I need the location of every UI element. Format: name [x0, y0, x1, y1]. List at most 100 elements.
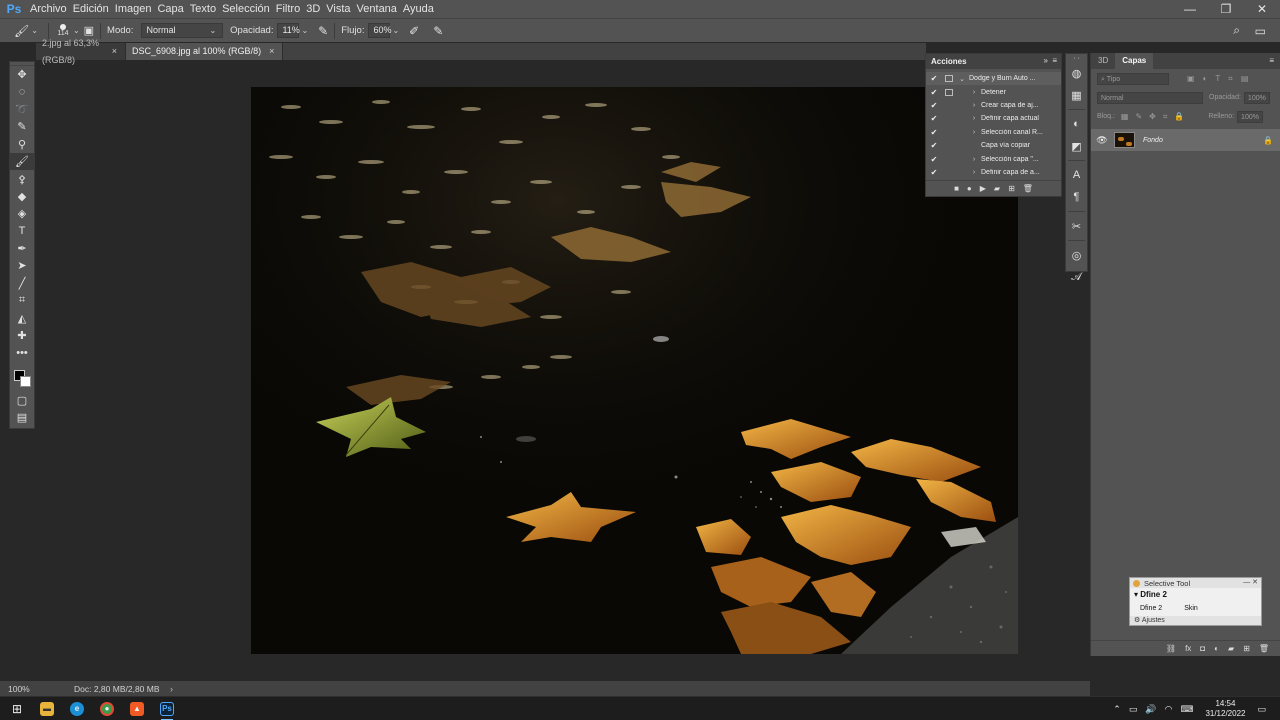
opacity-input[interactable]: 11%	[277, 23, 300, 38]
chevron-down-icon[interactable]: ⌄	[957, 75, 967, 83]
lock-artboard-icon[interactable]: ⌗	[1163, 112, 1168, 122]
network-icon[interactable]: ▭	[1129, 704, 1138, 715]
styles-panel-icon[interactable]: ◩	[1066, 135, 1087, 157]
status-menu-arrow-icon[interactable]: ›	[170, 684, 173, 694]
crop-tool-icon[interactable]: ⌗	[10, 292, 34, 309]
eyedropper-tool-icon[interactable]: ⚲	[10, 136, 34, 153]
plugin-header[interactable]: ▾ Dfine 2	[1130, 590, 1261, 599]
filter-smart-icon[interactable]: ▤	[1241, 74, 1249, 84]
new-layer-icon[interactable]: ⊞	[1243, 644, 1250, 653]
link-layers-icon[interactable]: ⛓	[1166, 644, 1176, 653]
check-icon[interactable]: ✔	[929, 128, 939, 137]
brush-tool-icon[interactable]: 🖌	[14, 24, 29, 38]
lasso-tool-icon[interactable]: ➰	[10, 101, 34, 118]
grid-panel-icon[interactable]: ▦	[1066, 84, 1087, 106]
layer-name[interactable]: Fondo	[1143, 137, 1163, 144]
zoom-level[interactable]: 100%	[0, 684, 52, 694]
dialog-toggle-icon[interactable]	[945, 75, 953, 83]
panel-grip[interactable]: · ·	[1066, 54, 1087, 62]
chevron-right-icon[interactable]: ›	[969, 89, 979, 96]
brave-browser-icon[interactable]: ▲	[122, 697, 152, 720]
mode-caret-icon[interactable]: ⌄	[209, 26, 216, 35]
chevron-right-icon[interactable]: ›	[969, 115, 979, 122]
healing-brush-tool-icon[interactable]: ✚	[10, 327, 34, 344]
action-step-row[interactable]: ✔ › Crear capa de aj...	[926, 99, 1061, 112]
edge-browser-icon[interactable]: e	[62, 697, 92, 720]
pen-tool-icon[interactable]: ✒	[10, 240, 34, 257]
check-icon[interactable]: ✔	[929, 88, 939, 97]
dialog-toggle-icon[interactable]	[945, 142, 953, 149]
tab-document-2[interactable]: DSC_6908.jpg al 100% (RGB/8) ×	[126, 43, 284, 60]
screen-mode-icon[interactable]: ▤	[10, 409, 34, 426]
flow-caret-icon[interactable]: ⌄	[392, 26, 399, 35]
line-tool-icon[interactable]: ╱	[10, 275, 34, 292]
layer-fill-input[interactable]: 100%	[1237, 110, 1263, 123]
stop-icon[interactable]: ■	[954, 184, 959, 193]
action-step-row[interactable]: ✔ Capa vía copiar	[926, 139, 1061, 152]
add-mask-icon[interactable]: ◘	[1200, 644, 1205, 653]
glyphs-panel-icon[interactable]: 𝒜	[1066, 266, 1087, 288]
selective-tool-titlebar[interactable]: Selective Tool — ✕	[1130, 578, 1261, 588]
actions-panel-icon[interactable]: ◍	[1066, 62, 1087, 84]
eraser-tool-icon[interactable]: ◆	[10, 188, 34, 205]
menu-vista[interactable]: Vista	[326, 0, 356, 18]
check-icon[interactable]: ✔	[929, 114, 939, 123]
check-icon[interactable]: ✔	[929, 74, 939, 83]
close-icon[interactable]: ✕	[1244, 0, 1280, 18]
tool-preset-caret-icon[interactable]: ⌄	[31, 26, 38, 35]
action-step-row[interactable]: ✔ › Selección canal R...	[926, 126, 1061, 139]
dfine-button[interactable]: Dfine 2	[1140, 605, 1162, 612]
search-icon[interactable]: ⌕	[1233, 23, 1240, 38]
quick-mask-icon[interactable]: ▢	[10, 392, 34, 409]
trash-icon[interactable]: 🗑	[1259, 644, 1269, 653]
airbrush-icon[interactable]: ✐	[409, 24, 419, 38]
tab-3d[interactable]: 3D	[1091, 53, 1115, 69]
dialog-toggle-icon[interactable]	[945, 169, 953, 176]
dialog-toggle-icon[interactable]	[945, 88, 953, 96]
action-step-row[interactable]: ✔ › Definir capa de a...	[926, 166, 1061, 179]
panel-menu-icon[interactable]: » ≡	[1043, 56, 1057, 65]
visibility-eye-icon[interactable]: 👁	[1091, 135, 1113, 146]
menu-ayuda[interactable]: Ayuda	[403, 0, 440, 18]
layer-search-input[interactable]: ⌕ Tipo	[1097, 72, 1169, 85]
path-selection-tool-icon[interactable]: ➤	[10, 257, 34, 274]
settings-label[interactable]: Ajustes	[1142, 617, 1165, 624]
lock-pixels-icon[interactable]: ✎	[1135, 112, 1142, 122]
background-color-swatch[interactable]	[20, 375, 31, 387]
filter-adjustment-icon[interactable]: ◐	[1203, 74, 1208, 84]
brush-panel-icon[interactable]: ◎	[1066, 244, 1087, 266]
panel-menu-icon[interactable]: ≡	[1269, 56, 1274, 65]
menu-imagen[interactable]: Imagen	[115, 0, 158, 18]
close-icon[interactable]: ×	[269, 43, 274, 60]
start-windows-icon[interactable]: ⊞	[2, 697, 32, 720]
dialog-toggle-icon[interactable]	[945, 102, 953, 109]
new-set-folder-icon[interactable]: ▰	[994, 184, 1000, 193]
dialog-toggle-icon[interactable]	[945, 115, 953, 122]
keyboard-icon[interactable]: ⌨	[1180, 704, 1193, 715]
window-controls-icon[interactable]: — ✕	[1243, 578, 1258, 586]
type-tool-icon[interactable]: T	[10, 223, 34, 240]
opacity-caret-icon[interactable]: ⌄	[301, 26, 308, 35]
volume-icon[interactable]: 🔊	[1145, 704, 1156, 715]
menu-texto[interactable]: Texto	[190, 0, 222, 18]
filter-type-icon[interactable]: T	[1215, 74, 1220, 84]
menu-ventana[interactable]: Ventana	[357, 0, 403, 18]
lock-all-icon[interactable]: 🔒	[1174, 112, 1184, 122]
action-step-row[interactable]: ✔ › Detener	[926, 85, 1061, 98]
chevron-right-icon[interactable]: ›	[969, 156, 979, 163]
lock-transparency-icon[interactable]: ▦	[1121, 112, 1129, 122]
chevron-right-icon[interactable]: ›	[969, 129, 979, 136]
marquee-tool-icon[interactable]: ◌	[10, 83, 34, 100]
quick-selection-tool-icon[interactable]: ✎	[10, 118, 34, 135]
layer-style-fx-icon[interactable]: fx	[1185, 644, 1191, 653]
notifications-icon[interactable]: ▭	[1257, 704, 1266, 715]
flow-input[interactable]: 60%	[368, 23, 391, 38]
color-swatches[interactable]	[10, 362, 34, 392]
close-icon[interactable]: ×	[112, 43, 117, 60]
wifi-icon[interactable]: ◠	[1165, 704, 1173, 715]
new-group-folder-icon[interactable]: ▰	[1228, 644, 1234, 653]
brush-tool-icon[interactable]: 🖌	[10, 152, 34, 171]
dialog-toggle-icon[interactable]	[945, 129, 953, 136]
action-step-row[interactable]: ✔ › Selección capa "...	[926, 152, 1061, 165]
paragraph-panel-icon[interactable]: ¶	[1066, 186, 1087, 208]
